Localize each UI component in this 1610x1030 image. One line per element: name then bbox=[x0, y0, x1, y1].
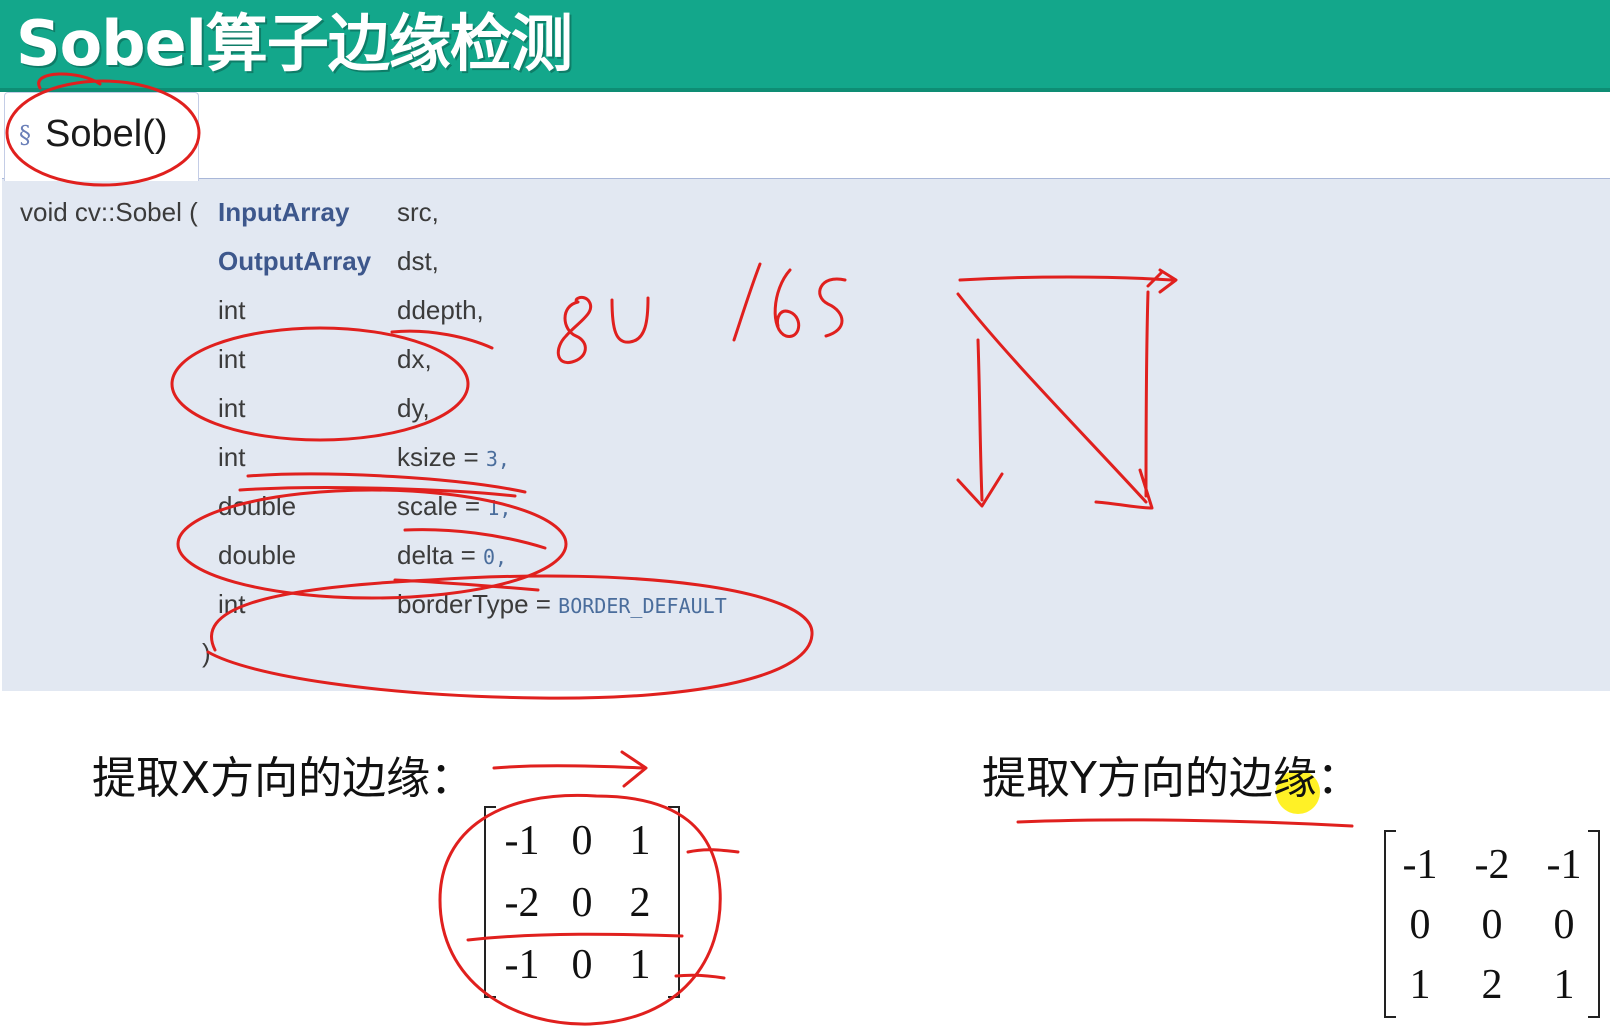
param-type-link[interactable]: OutputArray bbox=[218, 246, 371, 276]
matrix-cell: 2 bbox=[629, 880, 651, 926]
param-type: int bbox=[218, 589, 246, 619]
matrix-cell: 1 bbox=[629, 942, 651, 988]
param-name: ddepth, bbox=[397, 295, 484, 325]
matrix-cell: -2 bbox=[504, 880, 540, 926]
matrix-cell: -1 bbox=[1402, 842, 1438, 888]
ink-underline-y-label bbox=[1016, 818, 1354, 828]
param-name: dy, bbox=[397, 393, 430, 423]
section-sign-icon: § bbox=[19, 121, 31, 149]
matrix-cell: 0 bbox=[571, 942, 593, 988]
param-default: 1, bbox=[487, 496, 512, 520]
param-name: dst, bbox=[397, 246, 439, 276]
slide-title: Sobel算子边缘检测 bbox=[16, 7, 573, 80]
matrix-cell: 0 bbox=[1409, 902, 1431, 948]
param-name: dx, bbox=[397, 344, 432, 374]
param-default: 0, bbox=[483, 545, 508, 569]
declaration-prefix: void cv::Sobel ( bbox=[20, 197, 198, 227]
x-kernel-label: 提取X方向的边缘： bbox=[92, 753, 475, 804]
ink-arrowhead bbox=[620, 750, 648, 788]
param-type: double bbox=[218, 540, 297, 570]
matrix-cell: 1 bbox=[629, 818, 651, 864]
ink-stroke bbox=[674, 973, 726, 980]
tab-label: Sobel() bbox=[45, 113, 168, 155]
param-name: borderType = bbox=[397, 589, 559, 619]
y-kernel-matrix: -1 -2 -1 0 0 0 1 2 1 bbox=[1384, 830, 1600, 1018]
param-type: int bbox=[218, 344, 246, 374]
matrix-cell: -1 bbox=[504, 818, 540, 864]
function-declaration-box: void cv::Sobel ( InputArray src, OutputA… bbox=[2, 178, 1610, 691]
matrix-cell: 0 bbox=[571, 880, 593, 926]
param-default-link[interactable]: BORDER_DEFAULT bbox=[558, 594, 727, 618]
matrix-cell: -1 bbox=[504, 942, 540, 988]
param-default: 3, bbox=[485, 447, 510, 471]
param-type: int bbox=[218, 295, 246, 325]
param-row-scale: scale = 1, bbox=[397, 491, 511, 523]
x-kernel-matrix: -1 0 1 -2 0 2 -1 0 1 bbox=[484, 806, 680, 998]
matrix-cell: 1 bbox=[1553, 962, 1575, 1008]
matrix-cell: -1 bbox=[1546, 842, 1582, 888]
param-name: scale = bbox=[397, 491, 488, 521]
declaration-closing: ) bbox=[202, 638, 211, 668]
param-row-ksize: ksize = 3, bbox=[397, 442, 510, 474]
param-name: src, bbox=[397, 197, 439, 227]
matrix-cell: 0 bbox=[1553, 902, 1575, 948]
param-name: delta = bbox=[397, 540, 484, 570]
param-type: int bbox=[218, 442, 246, 472]
ink-stroke bbox=[686, 848, 740, 854]
param-type-link[interactable]: InputArray bbox=[218, 197, 349, 227]
param-type: int bbox=[218, 393, 246, 423]
matrix-cell: 0 bbox=[571, 818, 593, 864]
param-row-bordertype: borderType = BORDER_DEFAULT bbox=[397, 589, 727, 621]
matrix-cell: 0 bbox=[1481, 902, 1503, 948]
param-row-delta: delta = 0, bbox=[397, 540, 507, 572]
title-bar: Sobel算子边缘检测 bbox=[0, 0, 1610, 92]
ink-arrow-x bbox=[492, 764, 646, 770]
matrix-cell: 2 bbox=[1481, 962, 1503, 1008]
param-type: double bbox=[218, 491, 297, 521]
matrix-cell: -2 bbox=[1474, 842, 1510, 888]
tab-sobel[interactable]: § Sobel() bbox=[4, 92, 199, 181]
y-kernel-label: 提取Y方向的边缘： bbox=[982, 753, 1361, 804]
matrix-cell: 1 bbox=[1409, 962, 1431, 1008]
param-name: ksize = bbox=[397, 442, 486, 472]
